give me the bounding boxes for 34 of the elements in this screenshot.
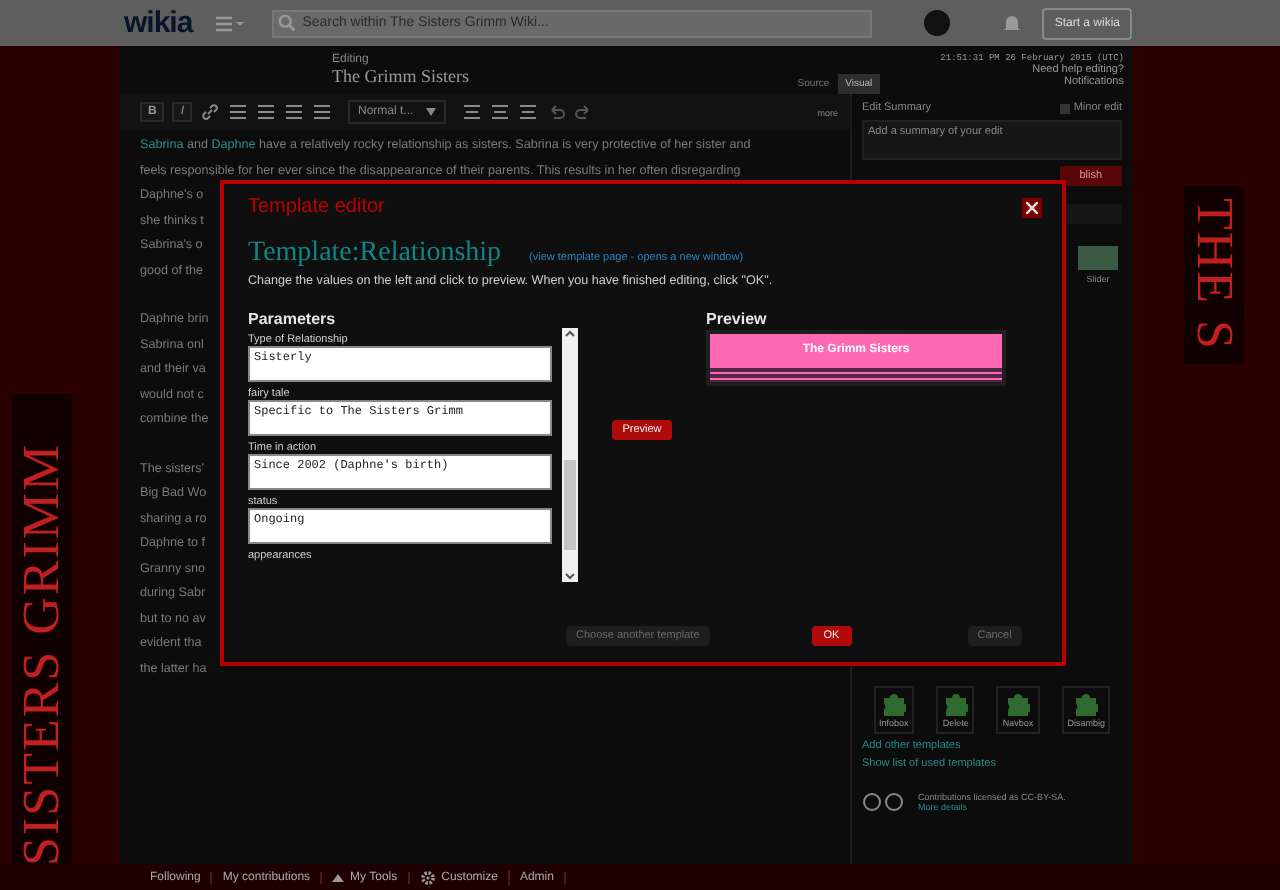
- puzzle-icon: [943, 692, 968, 716]
- indent-icon[interactable]: [312, 102, 333, 122]
- template-name: Template:Relationship: [248, 238, 502, 270]
- outdent-icon[interactable]: [284, 102, 305, 122]
- close-icon: [1026, 201, 1038, 213]
- slider-thumbnail[interactable]: [1078, 246, 1118, 270]
- link-icon[interactable]: [200, 102, 221, 122]
- bullet-list-icon[interactable]: [228, 102, 249, 122]
- align-left-icon[interactable]: [461, 102, 482, 122]
- search-icon: [278, 14, 297, 32]
- dialog-title: Template editor: [248, 196, 385, 218]
- caret-icon: [332, 872, 345, 882]
- scroll-up-icon[interactable]: [564, 328, 576, 340]
- license-icon: [862, 792, 906, 812]
- scrollbar[interactable]: [562, 328, 578, 582]
- preview-heading: Preview: [706, 310, 767, 328]
- undo-icon[interactable]: [545, 102, 566, 122]
- avatar-icon[interactable]: [924, 10, 951, 36]
- parameters-heading: Parameters: [248, 310, 336, 328]
- minor-edit-checkbox[interactable]: [1059, 103, 1070, 113]
- redo-icon[interactable]: [573, 102, 594, 122]
- numbered-list-icon[interactable]: [256, 102, 277, 122]
- banner-text: THE S: [1184, 186, 1244, 363]
- page-title: The Grimm Sisters: [332, 66, 469, 86]
- caret-icon: [425, 108, 436, 116]
- scroll-down-icon[interactable]: [564, 570, 576, 582]
- gear-icon: [419, 869, 436, 885]
- close-button[interactable]: [1022, 197, 1042, 217]
- align-center-icon[interactable]: [489, 102, 510, 122]
- puzzle-icon: [1074, 692, 1099, 716]
- puzzle-icon: [881, 692, 906, 716]
- banner-text: SISTERS GRIMM: [12, 394, 72, 864]
- puzzle-icon: [1006, 692, 1031, 716]
- align-right-icon[interactable]: [517, 102, 538, 122]
